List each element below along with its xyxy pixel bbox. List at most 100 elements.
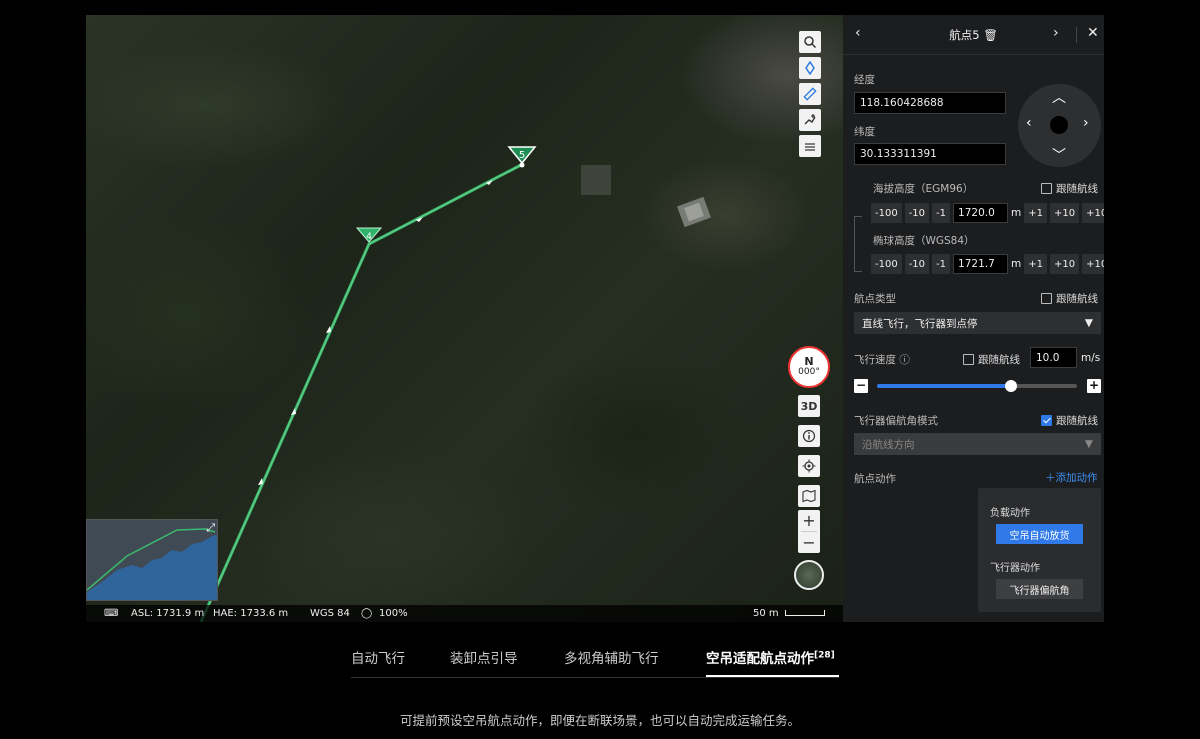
tab-auto-flight[interactable]: 自动飞行 bbox=[351, 647, 405, 667]
tab-hook-waypoint-actions[interactable]: 空吊适配航点动作[28] bbox=[706, 647, 835, 668]
locate-icon[interactable] bbox=[798, 455, 820, 477]
speed-unit: m/s bbox=[1081, 352, 1101, 364]
speed-follow-checkbox[interactable]: 跟随航线 bbox=[963, 352, 1020, 367]
keyboard-icon[interactable]: ⌨ bbox=[104, 608, 118, 619]
close-icon[interactable]: ✕ bbox=[1087, 26, 1099, 40]
step-plus-1[interactable]: +1 bbox=[1024, 254, 1048, 274]
view-3d-button[interactable]: 3D bbox=[798, 395, 820, 417]
trash-icon[interactable]: 🗑 bbox=[983, 28, 998, 42]
altitude-asl-stepper: -100 -10 -1 1720.0 m +1 +10 +100 bbox=[871, 203, 1104, 223]
compass-button[interactable]: N 000° bbox=[788, 346, 830, 388]
step-minus-100[interactable]: -100 bbox=[871, 254, 902, 274]
waypoint-type-follow-checkbox[interactable]: 跟随航线 bbox=[1041, 291, 1098, 306]
tab-multi-view[interactable]: 多视角辅助飞行 bbox=[564, 647, 659, 667]
percent-readout: 100% bbox=[379, 608, 408, 619]
elevation-profile[interactable]: ⤢ bbox=[86, 519, 218, 601]
expand-icon[interactable]: ⤢ bbox=[206, 521, 215, 535]
zoom-out-icon[interactable]: − bbox=[798, 532, 820, 553]
waypoint-type-label: 航点类型 bbox=[854, 293, 896, 305]
building bbox=[581, 165, 611, 195]
waypoint-type-select[interactable]: 直线飞行，飞行器到点停 ▼ bbox=[854, 312, 1101, 334]
yaw-mode-label: 飞行器偏航角模式 bbox=[854, 415, 938, 427]
speed-slider-handle[interactable] bbox=[1005, 380, 1017, 392]
layers-icon[interactable] bbox=[799, 135, 821, 157]
asl-readout: ASL: 1731.9 m bbox=[131, 608, 205, 619]
altitude-hae-label: 椭球高度（WGS84） bbox=[873, 235, 975, 247]
speed-increase-button[interactable]: + bbox=[1087, 379, 1101, 393]
feature-tabs: 自动飞行 装卸点引导 多视角辅助飞行 空吊适配航点动作[28] bbox=[351, 642, 839, 678]
checkbox-box-checked bbox=[1041, 415, 1052, 426]
speed-slider-fill bbox=[877, 384, 1011, 388]
caret-down-icon: ▼ bbox=[1084, 317, 1093, 329]
altitude-follow-checkbox[interactable]: 跟随航线 bbox=[1041, 181, 1098, 196]
chevron-down-icon[interactable]: ﹀ bbox=[1052, 145, 1066, 165]
yaw-mode-follow-checkbox[interactable]: 跟随航线 bbox=[1041, 413, 1098, 428]
panel-header: ‹ 航点5 🗑 › ✕ bbox=[843, 15, 1104, 55]
step-minus-100[interactable]: -100 bbox=[871, 203, 902, 223]
speed-input[interactable]: 10.0 bbox=[1030, 347, 1077, 368]
altitude-asl-unit: m bbox=[1011, 207, 1022, 219]
checkbox-box bbox=[1041, 293, 1052, 304]
map-style-icon[interactable] bbox=[798, 485, 820, 507]
chevron-left-icon[interactable]: ‹ bbox=[1026, 115, 1032, 131]
tab-loading-guidance[interactable]: 装卸点引导 bbox=[450, 647, 518, 667]
info-icon[interactable] bbox=[798, 425, 820, 447]
step-plus-100[interactable]: +100 bbox=[1082, 254, 1104, 274]
waypoint-5-label[interactable]: 5 bbox=[519, 150, 525, 161]
speed-label: 飞行速度 ⓘ bbox=[854, 354, 910, 366]
signal-icon: ◯ bbox=[361, 608, 373, 619]
elevation-area bbox=[87, 534, 217, 600]
header-divider bbox=[1076, 27, 1077, 43]
hae-readout: HAE: 1733.6 m bbox=[213, 608, 289, 619]
altitude-hae-input[interactable]: 1721.7 bbox=[953, 254, 1009, 274]
waypoint-icon[interactable] bbox=[799, 57, 821, 79]
zoom-control: + − bbox=[798, 510, 820, 553]
step-minus-1[interactable]: -1 bbox=[932, 203, 951, 223]
info-icon[interactable]: ⓘ bbox=[899, 354, 910, 366]
elevation-profile-chart bbox=[87, 528, 217, 600]
zoom-in-icon[interactable]: + bbox=[798, 510, 820, 531]
step-plus-10[interactable]: +10 bbox=[1050, 254, 1080, 274]
search-icon[interactable] bbox=[799, 31, 821, 53]
longitude-input[interactable]: 118.160428688 bbox=[854, 92, 1006, 114]
waypoint-4-label[interactable]: 4 bbox=[366, 232, 372, 242]
add-action-button[interactable]: ＋添加动作 bbox=[1045, 470, 1098, 485]
active-tab-underline bbox=[706, 675, 839, 677]
waypoint-5-marker: 5 bbox=[507, 146, 537, 168]
route-line bbox=[199, 163, 522, 622]
map-side-tools: 3D bbox=[798, 395, 820, 507]
route-planner-app: 4 5 N 000° 3D + − ⤢ ⌨ ASL: 1731.9 m HAE:… bbox=[86, 15, 1104, 622]
latitude-input[interactable]: 30.133311391 bbox=[854, 143, 1006, 165]
direction-pad[interactable]: ︿ ﹀ ‹ › bbox=[1018, 84, 1101, 167]
yaw-mode-select: 沿航线方向 ▼ bbox=[854, 433, 1101, 455]
altitude-link-icon bbox=[854, 216, 862, 272]
datum-readout: WGS 84 bbox=[310, 608, 350, 619]
payload-actions-label: 负载动作 bbox=[990, 508, 1030, 519]
aircraft-actions-label: 飞行器动作 bbox=[990, 563, 1040, 574]
step-minus-1[interactable]: -1 bbox=[932, 254, 951, 274]
map-status-bar: ⌨ ASL: 1731.9 m HAE: 1733.6 m WGS 84 ◯ 1… bbox=[86, 605, 843, 622]
satellite-map[interactable]: 4 5 N 000° 3D + − ⤢ ⌨ ASL: 1731.9 m HAE:… bbox=[86, 15, 843, 622]
speed-decrease-button[interactable]: − bbox=[854, 379, 868, 393]
direction-pad-center bbox=[1050, 116, 1068, 134]
step-plus-1[interactable]: +1 bbox=[1024, 203, 1048, 223]
hook-auto-release-button[interactable]: 空吊自动放货 bbox=[996, 524, 1083, 544]
aircraft-yaw-button[interactable]: 飞行器偏航角 bbox=[996, 579, 1083, 599]
next-waypoint-icon[interactable]: › bbox=[1053, 26, 1059, 40]
ruler-icon[interactable] bbox=[799, 83, 821, 105]
scale-bar bbox=[784, 610, 825, 616]
speed-slider[interactable] bbox=[877, 380, 1077, 392]
step-minus-10[interactable]: -10 bbox=[904, 254, 930, 274]
plus-icon: ＋ bbox=[1045, 472, 1056, 484]
altitude-hae-unit: m bbox=[1011, 258, 1022, 270]
globe-map-switch-icon[interactable] bbox=[794, 560, 824, 590]
add-route-icon[interactable] bbox=[799, 109, 821, 131]
altitude-hae-stepper: -100 -10 -1 1721.7 m +1 +10 +100 bbox=[871, 254, 1104, 274]
altitude-asl-label: 海拔高度（EGM96） bbox=[873, 183, 974, 195]
step-plus-100[interactable]: +100 bbox=[1082, 203, 1104, 223]
chevron-right-icon[interactable]: › bbox=[1083, 115, 1089, 131]
altitude-asl-input[interactable]: 1720.0 bbox=[953, 203, 1009, 223]
step-plus-10[interactable]: +10 bbox=[1050, 203, 1080, 223]
step-minus-10[interactable]: -10 bbox=[904, 203, 930, 223]
chevron-up-icon[interactable]: ︿ bbox=[1052, 87, 1066, 107]
